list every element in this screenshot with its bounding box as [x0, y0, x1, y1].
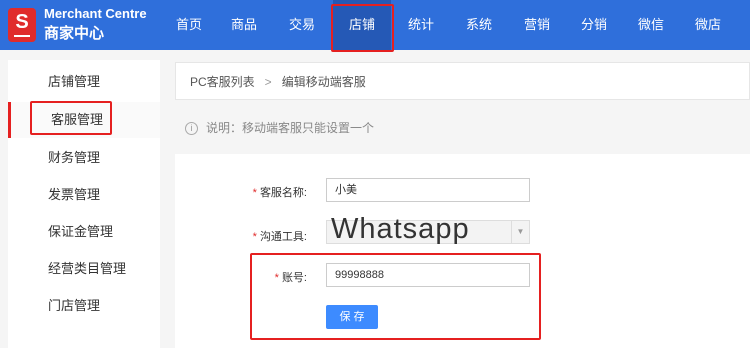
account-label: * 账号: — [274, 272, 307, 284]
logo-title-en: Merchant Centre — [44, 6, 147, 21]
nav-statistics[interactable]: 统计 — [404, 0, 438, 50]
breadcrumb-separator: > — [264, 75, 272, 89]
nav-system[interactable]: 系统 — [462, 0, 496, 50]
sidebar-item-finance[interactable]: 财务管理 — [8, 140, 160, 176]
nav-wechat[interactable]: 微信 — [634, 0, 668, 50]
notice-text: 说明：移动端客服只能设置一个 — [206, 121, 375, 135]
logo-s-icon: S — [8, 8, 36, 42]
top-nav-bar: S Merchant Centre 商家中心 首页 商品 交易 店铺 统计 系统… — [0, 0, 750, 50]
nav-marketing[interactable]: 营销 — [520, 0, 554, 50]
info-icon: i — [185, 122, 198, 136]
sidebar-item-business-category[interactable]: 经营类目管理 — [8, 251, 160, 287]
chevron-down-icon: ▼ — [511, 221, 529, 243]
breadcrumb-parent-link[interactable]: PC客服列表 — [190, 75, 255, 89]
sidebar-item-customer-service[interactable]: 客服管理 — [8, 102, 160, 138]
sidebar-item-stores[interactable]: 门店管理 — [8, 288, 160, 324]
tool-value: Whatsapp — [331, 213, 470, 245]
edit-form: * 客服名称: 小美 * 沟通工具: ▼ Whatsapp * 账号: 9999888… — [175, 154, 750, 348]
breadcrumb: PC客服列表 > 编辑移动端客服 — [175, 62, 750, 100]
sidebar: 店铺管理 客服管理 财务管理 发票管理 保证金管理 经营类目管理 门店管理 — [8, 60, 160, 348]
save-button[interactable]: 保 存 — [326, 305, 378, 329]
sidebar-item-invoice[interactable]: 发票管理 — [8, 177, 160, 213]
nav-home[interactable]: 首页 — [172, 0, 206, 50]
breadcrumb-current: 编辑移动端客服 — [281, 75, 366, 89]
sidebar-item-store-management[interactable]: 店铺管理 — [8, 64, 160, 100]
name-label: * 客服名称: — [252, 187, 307, 199]
nav-microstore[interactable]: 微店 — [691, 0, 725, 50]
sidebar-item-deposit[interactable]: 保证金管理 — [8, 214, 160, 250]
nav-products[interactable]: 商品 — [227, 0, 261, 50]
tool-label: * 沟通工具: — [252, 231, 307, 243]
merchant-centre-logo[interactable]: S Merchant Centre 商家中心 — [8, 6, 168, 44]
nav-trade[interactable]: 交易 — [285, 0, 319, 50]
main-content: PC客服列表 > 编辑移动端客服 i 说明：移动端客服只能设置一个 * 客服名称: 小美… — [175, 62, 750, 348]
notice-bar: i 说明：移动端客服只能设置一个 — [175, 116, 374, 140]
account-input[interactable]: 99998888 — [326, 263, 530, 287]
nav-store[interactable]: 店铺 — [333, 0, 391, 50]
nav-distribution[interactable]: 分销 — [577, 0, 611, 50]
logo-title-cn: 商家中心 — [44, 25, 105, 42]
name-input[interactable]: 小美 — [326, 178, 530, 202]
